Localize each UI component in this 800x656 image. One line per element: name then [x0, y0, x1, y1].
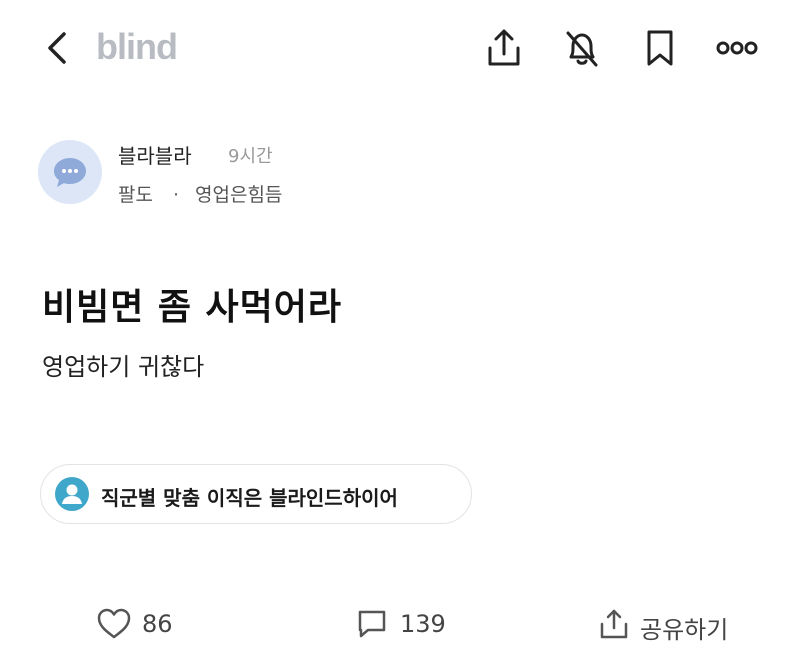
- like-button[interactable]: 86: [96, 604, 186, 644]
- share-label: 공유하기: [640, 616, 729, 644]
- post-body: 영업하기 귀찮다: [42, 353, 205, 381]
- comment-count: 139: [400, 610, 446, 638]
- top-navigation-bar: blind: [0, 0, 800, 100]
- heart-icon: [97, 608, 131, 639]
- post-title: 비빔면 좀 사먹어라: [42, 287, 343, 328]
- chat-bubble-icon: [54, 158, 86, 187]
- blind-hire-promo-banner[interactable]: 직군별 맞춤 이직은 블라인드하이어: [40, 464, 472, 524]
- like-count: 86: [142, 610, 173, 638]
- more-icon[interactable]: [712, 26, 758, 70]
- blind-logo[interactable]: blind: [96, 26, 178, 68]
- share-button[interactable]: 공유하기: [598, 604, 748, 644]
- bookmark-icon[interactable]: [638, 26, 682, 70]
- person-icon: [55, 477, 89, 511]
- post-time: 9시간: [228, 146, 273, 167]
- promo-text: 직군별 맞춤 이직은 블라인드하이어: [101, 486, 398, 510]
- share-icon: [600, 609, 628, 639]
- meta-separator: ·: [172, 184, 180, 206]
- post-author: 블라블라 9시간 팔도 · 영업은힘듬: [38, 138, 438, 208]
- back-arrow-icon[interactable]: [40, 28, 80, 68]
- comment-button[interactable]: 139: [356, 604, 466, 644]
- share-upload-icon[interactable]: [482, 26, 526, 70]
- author-name[interactable]: 블라블라: [118, 140, 192, 169]
- channel-name[interactable]: 영업은힘듬: [195, 184, 282, 206]
- company-name[interactable]: 팔도: [118, 184, 153, 206]
- notification-off-icon[interactable]: [560, 26, 604, 70]
- comment-icon: [358, 610, 386, 638]
- author-meta: 팔도 · 영업은힘듬: [118, 180, 282, 207]
- avatar[interactable]: [38, 140, 102, 204]
